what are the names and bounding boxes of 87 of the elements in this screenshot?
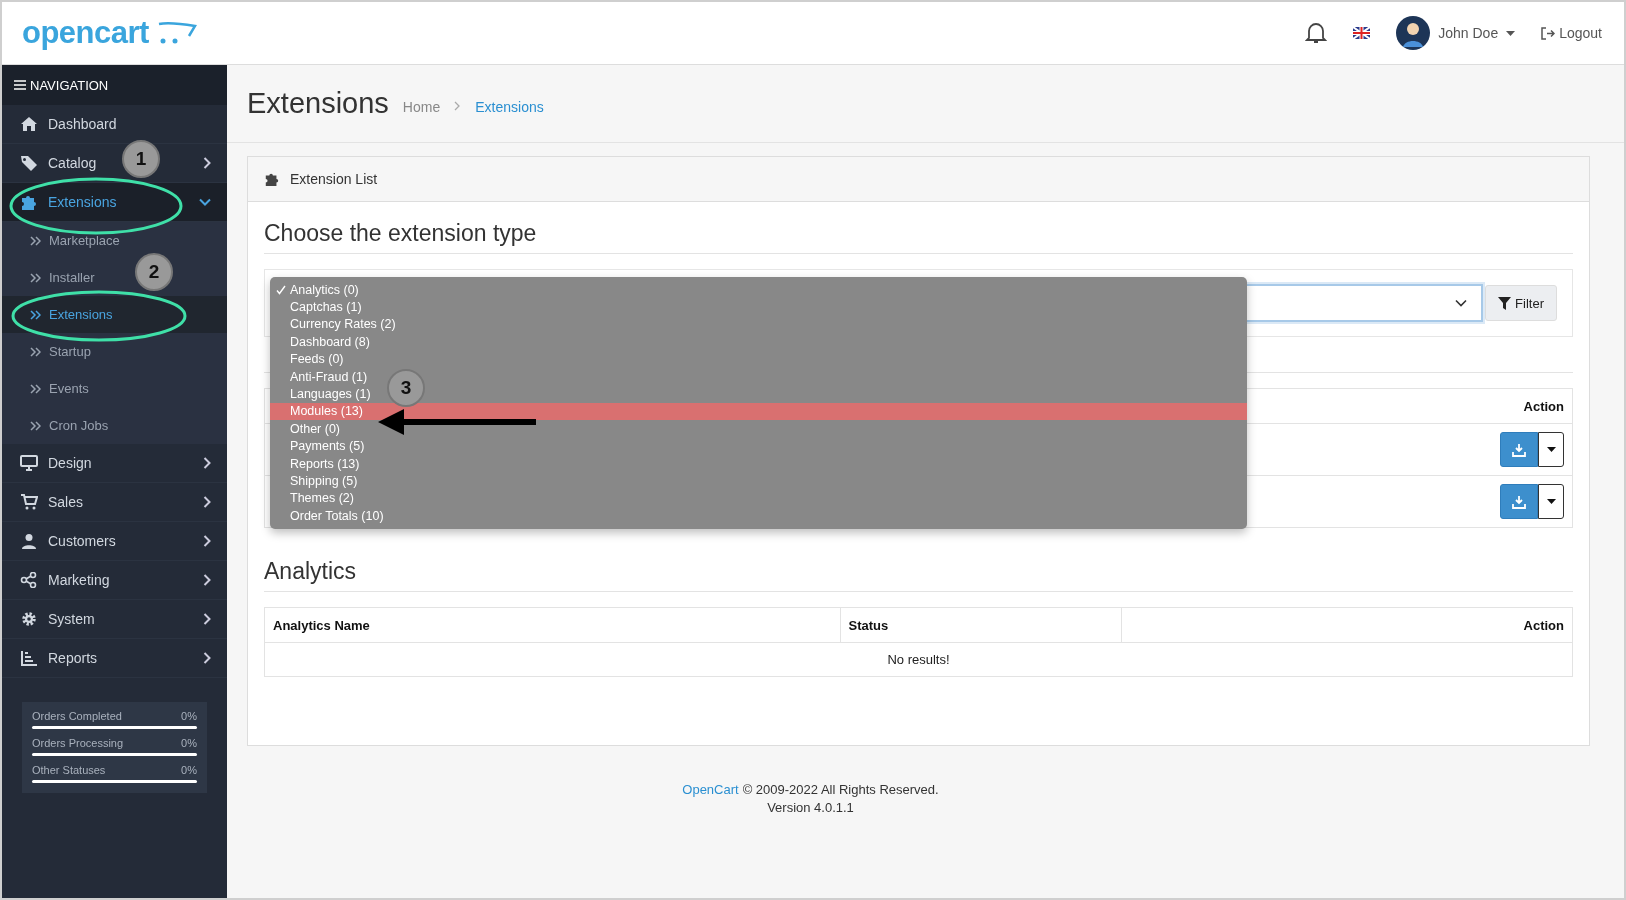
dropdown-option[interactable]: Themes (2) — [290, 491, 354, 506]
page-title: Extensions — [247, 87, 389, 120]
menu-icon — [14, 80, 26, 90]
dropdown-toggle[interactable] — [1538, 432, 1564, 467]
bell-icon[interactable] — [1305, 21, 1328, 45]
caret-icon — [1546, 447, 1556, 452]
chevron-down-icon — [1455, 299, 1468, 307]
double-chevron-icon — [30, 272, 41, 283]
filter-icon — [1498, 296, 1512, 310]
column-header: Analytics Name — [264, 607, 840, 643]
version-text: Version 4.0.1.1 — [767, 800, 854, 815]
section-heading: Analytics — [264, 540, 1573, 592]
chevron-right-icon — [203, 457, 211, 469]
stat-reading: 0% — [181, 710, 197, 722]
logout-icon — [1541, 26, 1556, 40]
submenu-item[interactable]: Events — [30, 381, 89, 396]
dropdown-option[interactable]: Reports (13) — [290, 456, 360, 471]
submenu-item[interactable]: Extensions — [30, 307, 113, 322]
empty-message: No results! — [264, 642, 1573, 677]
column-header: Action — [1121, 607, 1573, 643]
navigation-header: NAVIGATION — [2, 65, 227, 105]
sidebar-item[interactable]: Extensions — [2, 183, 227, 222]
submenu-item[interactable]: Startup — [30, 344, 91, 359]
stat-reading: 0% — [181, 737, 197, 749]
dropdown-option[interactable]: Currency Rates (2) — [290, 317, 396, 332]
share-icon — [20, 572, 38, 588]
chevron-right-icon — [203, 574, 211, 586]
double-chevron-icon — [30, 235, 41, 246]
opencart-logo[interactable]: opencart — [22, 15, 197, 51]
dropdown-option[interactable]: Analytics (0) — [290, 282, 359, 297]
dropdown-option[interactable]: Languages (1) — [290, 387, 371, 402]
tag-icon — [20, 155, 38, 171]
avatar-icon — [1396, 16, 1431, 50]
chevron-down-icon — [199, 198, 211, 206]
logout-link[interactable]: Logout — [1541, 25, 1602, 41]
arrow-icon — [378, 407, 538, 437]
chevron-right-icon — [203, 157, 211, 169]
card-title: Extension List — [290, 171, 378, 187]
dropdown-option[interactable]: Anti-Fraud (1) — [290, 369, 368, 384]
dropdown-option[interactable]: Order Totals (10) — [290, 508, 384, 523]
monitor-icon — [20, 455, 38, 471]
dropdown-option[interactable]: Modules (13) — [290, 404, 363, 419]
column-header: Status — [840, 607, 1122, 643]
section-heading: Choose the extension type — [264, 202, 1573, 254]
breadcrumb-link[interactable]: Home — [402, 98, 441, 115]
download-icon — [1512, 442, 1526, 457]
gear-icon — [20, 611, 38, 627]
column-header: Action — [1245, 388, 1573, 424]
flag-icon[interactable] — [1353, 27, 1371, 39]
chevron-right-icon — [203, 496, 211, 508]
stat-label: Orders Processing — [32, 737, 124, 749]
dropdown-toggle[interactable] — [1538, 484, 1564, 519]
caret-icon — [1506, 30, 1516, 36]
dropdown-option[interactable]: Dashboard (8) — [290, 334, 370, 349]
breadcrumb-link[interactable]: Extensions — [475, 98, 544, 115]
double-chevron-icon — [30, 383, 41, 394]
install-button[interactable] — [1500, 432, 1538, 467]
bar-chart-icon — [20, 650, 38, 666]
dropdown-option[interactable]: Payments (5) — [290, 439, 365, 454]
double-chevron-icon — [30, 346, 41, 357]
stat-label: Orders Completed — [32, 710, 122, 722]
copyright-text: © 2009-2022 All Rights Reserved. — [742, 782, 939, 797]
puzzle-icon — [20, 194, 38, 210]
stat-reading: 0% — [181, 764, 197, 776]
stat-label: Other Statuses — [32, 764, 106, 776]
double-chevron-icon — [30, 309, 41, 320]
submenu-item[interactable]: Cron Jobs — [30, 418, 109, 433]
install-button[interactable] — [1500, 484, 1538, 519]
dropdown-option[interactable]: Captchas (1) — [290, 300, 362, 315]
dropdown-option[interactable]: Feeds (0) — [290, 352, 344, 367]
opencart-link[interactable]: OpenCart — [682, 782, 739, 797]
puzzle-icon — [264, 171, 280, 187]
chevron-right-icon — [203, 613, 211, 625]
dropdown-option[interactable]: Other (0) — [290, 421, 340, 436]
user-menu[interactable]: John Doe — [1396, 16, 1516, 50]
cart-icon — [20, 494, 38, 510]
chevron-right-icon — [203, 535, 211, 547]
submenu-item[interactable]: Installer — [30, 270, 95, 285]
caret-icon — [1546, 499, 1556, 504]
submenu-item[interactable]: Marketplace — [30, 233, 120, 248]
filter-button[interactable]: Filter — [1485, 285, 1557, 321]
home-icon — [20, 116, 38, 132]
download-icon — [1512, 494, 1526, 509]
dropdown-option[interactable]: Shipping (5) — [290, 474, 358, 488]
chevron-right-icon — [203, 652, 211, 664]
double-chevron-icon — [30, 420, 41, 431]
user-icon — [20, 533, 38, 549]
